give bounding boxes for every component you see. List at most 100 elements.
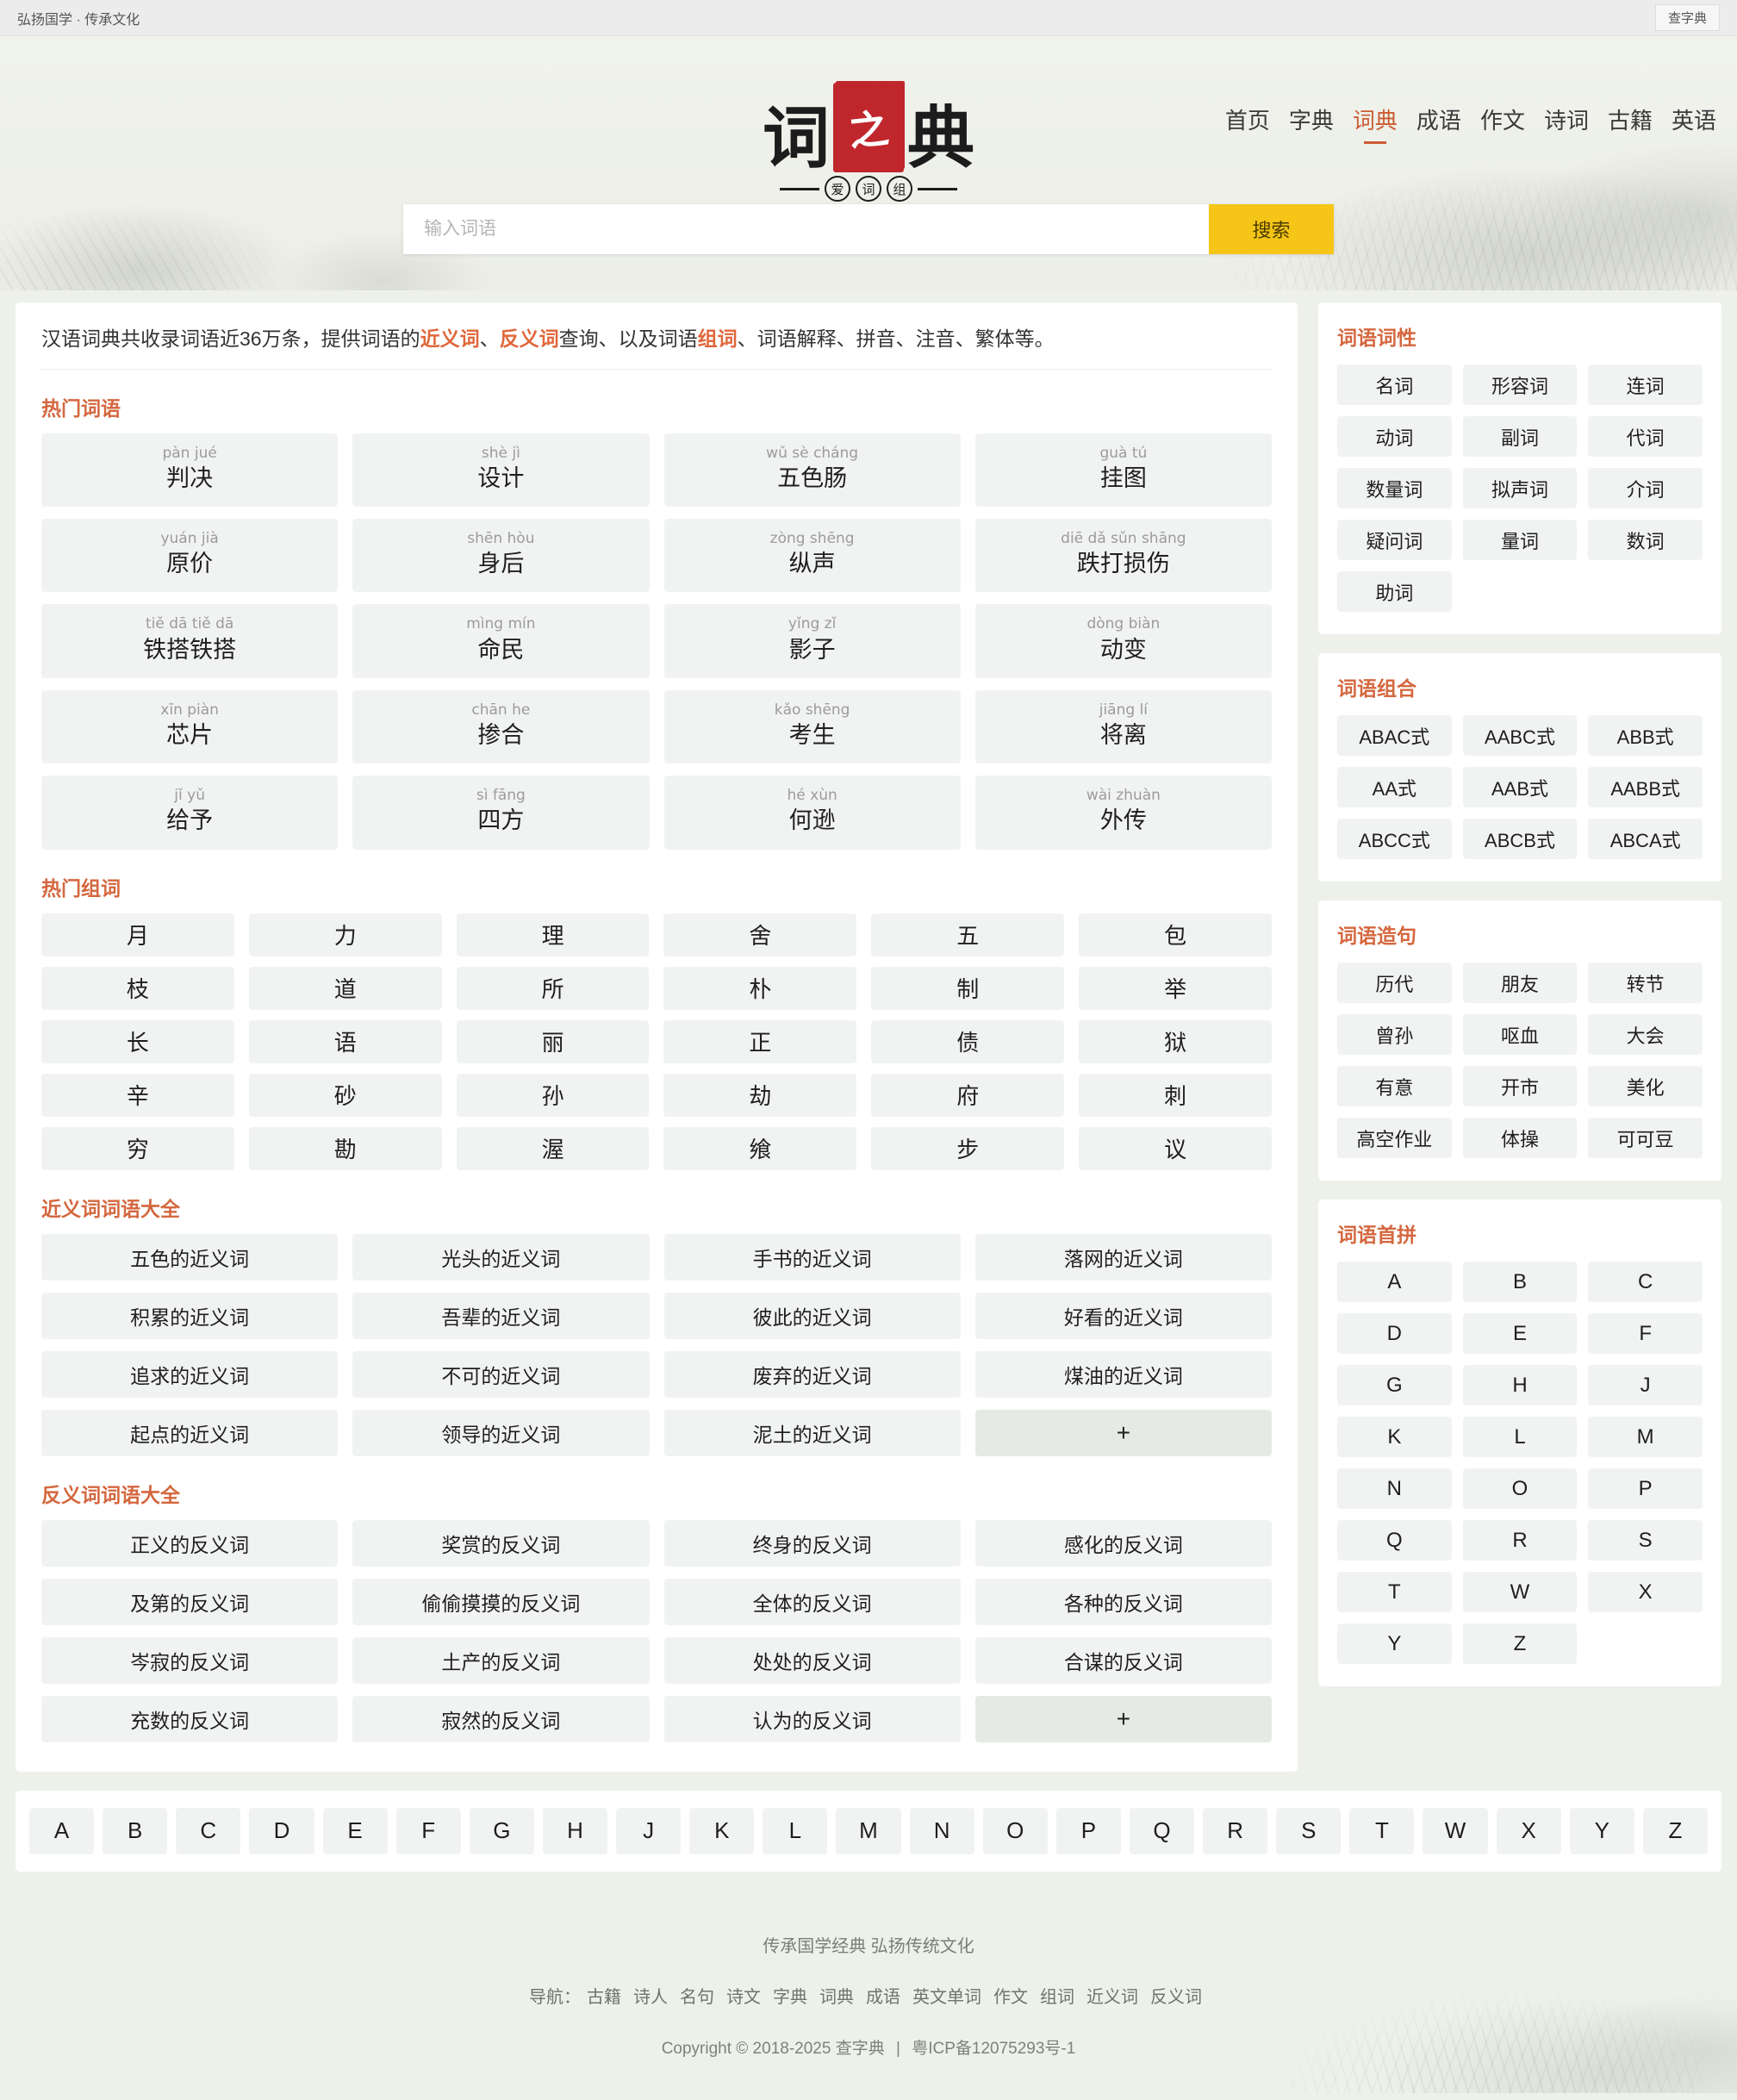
alphabet-letter-chip[interactable]: Y: [1569, 1807, 1634, 1854]
nav-item-cidian[interactable]: 词典: [1353, 103, 1398, 144]
synonym-link[interactable]: 落网的近义词: [974, 1233, 1272, 1281]
initial-letter-chip[interactable]: B: [1462, 1262, 1578, 1302]
alphabet-letter-chip[interactable]: X: [1496, 1807, 1561, 1854]
hot-word-card[interactable]: zòng shēng 纵声: [663, 519, 961, 593]
pos-chip[interactable]: 副词: [1462, 416, 1578, 457]
footer-nav-link[interactable]: 组词: [1040, 1988, 1074, 2007]
synonym-link[interactable]: 吾辈的近义词: [352, 1292, 650, 1339]
alphabet-letter-chip[interactable]: O: [982, 1807, 1048, 1854]
hot-word-card[interactable]: jǐ yǔ 给予: [41, 776, 339, 850]
hot-char-chip[interactable]: 狱: [1079, 1019, 1272, 1063]
pos-chip[interactable]: 数量词: [1337, 468, 1452, 508]
synonym-link[interactable]: 泥土的近义词: [663, 1409, 961, 1456]
nav-item-yingyu[interactable]: 英语: [1672, 103, 1716, 144]
pos-chip[interactable]: 连词: [1588, 365, 1703, 405]
initial-letter-chip[interactable]: C: [1588, 1262, 1703, 1302]
synonym-link[interactable]: 煤油的近义词: [974, 1350, 1272, 1398]
alphabet-letter-chip[interactable]: T: [1349, 1807, 1415, 1854]
alphabet-letter-chip[interactable]: G: [469, 1807, 534, 1854]
antonym-link[interactable]: 充数的反义词: [41, 1695, 339, 1742]
pos-chip[interactable]: 助词: [1337, 571, 1452, 612]
initial-letter-chip[interactable]: Y: [1337, 1623, 1452, 1664]
hot-word-card[interactable]: kǎo shēng 考生: [663, 689, 961, 764]
antonym-link[interactable]: 认为的反义词: [663, 1695, 961, 1742]
combo-chip[interactable]: AAB式: [1462, 767, 1578, 807]
sentence-chip[interactable]: 转节: [1588, 963, 1703, 1003]
synonym-link[interactable]: 五色的近义词: [41, 1233, 339, 1281]
pos-chip[interactable]: 动词: [1337, 416, 1452, 457]
hot-char-chip[interactable]: 辛: [41, 1073, 234, 1117]
footer-nav-link[interactable]: 作文: [993, 1988, 1028, 2007]
footer-nav-link[interactable]: 近义词: [1086, 1988, 1138, 2007]
hot-word-card[interactable]: hé xùn 何逊: [663, 776, 961, 850]
main-navigation[interactable]: 首页 字典 词典 成语 作文 诗词 古籍 英语: [1225, 103, 1716, 144]
initial-letter-chip[interactable]: N: [1337, 1468, 1452, 1509]
combo-chip[interactable]: ABCB式: [1462, 819, 1578, 859]
antonym-link[interactable]: 寂然的反义词: [352, 1695, 650, 1742]
synonym-link[interactable]: 手书的近义词: [663, 1233, 961, 1281]
combo-chip[interactable]: AABC式: [1462, 715, 1578, 756]
hot-char-chip[interactable]: 所: [456, 966, 650, 1010]
pos-chip[interactable]: 疑问词: [1337, 520, 1452, 560]
combo-chip[interactable]: ABCA式: [1588, 819, 1703, 859]
initial-letter-chip[interactable]: G: [1337, 1365, 1452, 1405]
hot-word-card[interactable]: yuán jià 原价: [41, 519, 339, 593]
initial-letter-chip[interactable]: X: [1588, 1572, 1703, 1612]
hot-char-chip[interactable]: 债: [871, 1019, 1065, 1063]
initial-letter-chip[interactable]: F: [1588, 1313, 1703, 1354]
alphabet-letter-chip[interactable]: L: [763, 1807, 828, 1854]
antonym-link[interactable]: 岑寂的反义词: [41, 1636, 339, 1684]
initial-letter-chip[interactable]: T: [1337, 1572, 1452, 1612]
footer-nav-link[interactable]: 名句: [680, 1988, 714, 2007]
hot-char-chip[interactable]: 制: [871, 966, 1065, 1010]
search-input[interactable]: [403, 204, 1209, 254]
hot-char-chip[interactable]: 正: [663, 1019, 857, 1063]
alphabet-letter-chip[interactable]: C: [176, 1807, 241, 1854]
sentence-chip[interactable]: 呕血: [1462, 1014, 1578, 1055]
pos-chip[interactable]: 代词: [1588, 416, 1703, 457]
initial-letter-chip[interactable]: H: [1462, 1365, 1578, 1405]
hot-word-card[interactable]: dòng biàn 动变: [974, 604, 1272, 678]
hot-word-card[interactable]: diē dǎ sǔn shāng 跌打损伤: [974, 519, 1272, 593]
hot-char-chip[interactable]: 舍: [663, 913, 857, 957]
initial-letter-chip[interactable]: Z: [1462, 1623, 1578, 1664]
alphabet-letter-chip[interactable]: E: [322, 1807, 388, 1854]
sentence-chip[interactable]: 体操: [1462, 1118, 1578, 1158]
antonym-link[interactable]: 土产的反义词: [352, 1636, 650, 1684]
hot-word-card[interactable]: wài zhuàn 外传: [974, 776, 1272, 850]
combo-chip[interactable]: ABCC式: [1337, 819, 1452, 859]
hot-word-card[interactable]: pàn jué 判决: [41, 433, 339, 508]
initial-letter-chip[interactable]: W: [1462, 1572, 1578, 1612]
hot-char-chip[interactable]: 孙: [456, 1073, 650, 1117]
hot-char-chip[interactable]: 步: [871, 1126, 1065, 1170]
pos-chip[interactable]: 名词: [1337, 365, 1452, 405]
hot-word-card[interactable]: wǔ sè cháng 五色肠: [663, 433, 961, 508]
hot-char-chip[interactable]: 朴: [663, 966, 857, 1010]
alphabet-letter-chip[interactable]: S: [1276, 1807, 1342, 1854]
hot-word-card[interactable]: xīn piàn 芯片: [41, 689, 339, 764]
synonym-link-more-button[interactable]: +: [974, 1409, 1272, 1456]
hot-char-chip[interactable]: 渥: [456, 1126, 650, 1170]
sentence-chip[interactable]: 美化: [1588, 1066, 1703, 1106]
alphabet-letter-chip[interactable]: Q: [1129, 1807, 1195, 1854]
footer-nav-link[interactable]: 古籍: [587, 1988, 621, 2007]
initial-letter-chip[interactable]: R: [1462, 1520, 1578, 1561]
initial-letter-chip[interactable]: Q: [1337, 1520, 1452, 1561]
antonym-link[interactable]: 奖赏的反义词: [352, 1519, 650, 1567]
combo-chip[interactable]: AABB式: [1588, 767, 1703, 807]
initial-letter-chip[interactable]: K: [1337, 1417, 1452, 1457]
nav-item-chengyu[interactable]: 成语: [1416, 103, 1461, 144]
hot-word-card[interactable]: guà tú 挂图: [974, 433, 1272, 508]
alphabet-letter-chip[interactable]: Z: [1642, 1807, 1708, 1854]
icp-license[interactable]: 粤ICP备12075293号-1: [912, 2040, 1075, 2058]
sentence-chip[interactable]: 可可豆: [1588, 1118, 1703, 1158]
sentence-chip[interactable]: 开市: [1462, 1066, 1578, 1106]
footer-nav-link[interactable]: 字典: [773, 1988, 807, 2007]
alphabet-letter-chip[interactable]: P: [1055, 1807, 1121, 1854]
alphabet-letter-chip[interactable]: F: [395, 1807, 461, 1854]
alphabet-letter-chip[interactable]: R: [1203, 1807, 1268, 1854]
combo-chip[interactable]: ABAC式: [1337, 715, 1452, 756]
hot-char-chip[interactable]: 举: [1079, 966, 1272, 1010]
initial-letter-chip[interactable]: A: [1337, 1262, 1452, 1302]
nav-item-shici[interactable]: 诗词: [1544, 103, 1589, 144]
